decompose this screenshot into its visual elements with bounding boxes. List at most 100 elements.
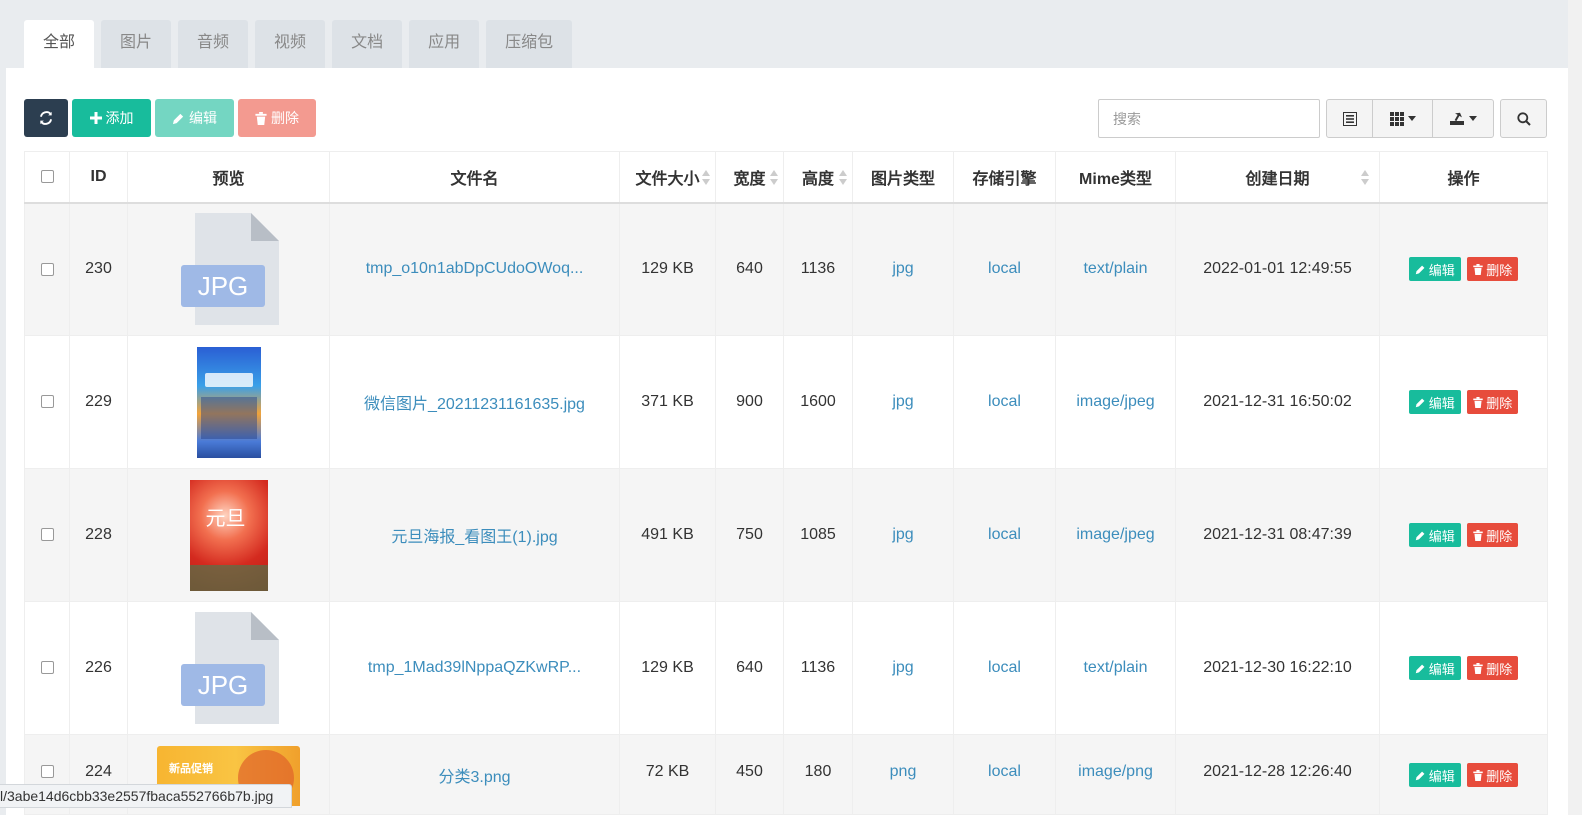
row-select-cell — [24, 335, 70, 469]
tab-audio[interactable]: 音频 — [178, 20, 249, 68]
row-created: 2021-12-31 08:47:39 — [1175, 468, 1380, 602]
row-mime[interactable]: text/plain — [1055, 202, 1176, 336]
refresh-button[interactable] — [24, 99, 68, 137]
row-edit-button[interactable]: 编辑 — [1408, 390, 1461, 414]
row-storage[interactable]: local — [953, 468, 1056, 602]
header-width[interactable]: 宽度 — [715, 151, 784, 204]
row-preview[interactable]: JPG — [127, 202, 330, 336]
row-delete-button[interactable]: 删除 — [1467, 390, 1519, 414]
row-filename[interactable]: tmp_o10n1abDpCUdoOWoq... — [329, 202, 620, 336]
storage-link[interactable]: local — [988, 526, 1021, 543]
row-imagetype[interactable]: jpg — [852, 202, 954, 336]
row-storage[interactable]: local — [953, 734, 1056, 815]
row-storage[interactable]: local — [953, 202, 1056, 336]
row-delete-button[interactable]: 删除 — [1467, 656, 1519, 680]
row-storage[interactable]: local — [953, 601, 1056, 735]
mime-link[interactable]: image/jpeg — [1076, 526, 1154, 543]
storage-link[interactable]: local — [988, 260, 1021, 277]
toggle-view-button[interactable] — [1327, 100, 1373, 137]
storage-link[interactable]: local — [988, 393, 1021, 410]
row-checkbox[interactable] — [40, 765, 54, 779]
storage-link[interactable]: local — [988, 763, 1021, 780]
tab-archives[interactable]: 压缩包 — [486, 20, 573, 68]
add-button-label: 添加 — [105, 110, 134, 126]
add-button[interactable]: 添加 — [72, 99, 151, 137]
row-filename[interactable]: 元旦海报_看图王(1).jpg — [329, 468, 620, 602]
row-imagetype[interactable]: jpg — [852, 468, 954, 602]
filename-link[interactable]: 元旦海报_看图王(1).jpg — [391, 523, 557, 547]
delete-button[interactable]: 删除 — [238, 99, 316, 137]
trash-icon — [1473, 263, 1483, 275]
header-created[interactable]: 创建日期 — [1175, 151, 1380, 204]
mime-link[interactable]: text/plain — [1083, 659, 1147, 676]
row-delete-button[interactable]: 删除 — [1467, 523, 1519, 547]
header-filesize[interactable]: 文件大小 — [619, 151, 716, 204]
row-preview[interactable]: 元旦 — [127, 468, 330, 602]
table-row[interactable]: 229 微信图片_20211231161635.jpg 371 KB 900 1… — [24, 335, 1548, 469]
pencil-icon — [1415, 398, 1425, 407]
storage-link[interactable]: local — [988, 659, 1021, 676]
row-imagetype[interactable]: jpg — [852, 601, 954, 735]
select-all-checkbox[interactable] — [40, 170, 54, 184]
row-edit-button[interactable]: 编辑 — [1408, 257, 1461, 282]
attachment-table: ID 预览 文件名 文件大小 宽度 高度 图片类型 存储引擎 Mime类型 创建… — [24, 151, 1548, 815]
export-button[interactable] — [1433, 100, 1493, 137]
row-checkbox[interactable] — [40, 661, 54, 675]
row-imagetype[interactable]: jpg — [852, 335, 954, 469]
row-preview[interactable]: JPG — [127, 601, 330, 735]
row-imagetype[interactable]: png — [852, 734, 954, 815]
tab-images[interactable]: 图片 — [101, 20, 172, 68]
row-created: 2022-01-01 12:49:55 — [1175, 202, 1380, 336]
imagetype-link[interactable]: jpg — [892, 393, 913, 410]
row-preview[interactable] — [127, 335, 330, 469]
row-delete-button[interactable]: 删除 — [1467, 763, 1519, 787]
row-checkbox[interactable] — [40, 395, 54, 409]
row-filename[interactable]: 分类3.png — [329, 734, 620, 815]
row-checkbox[interactable] — [40, 528, 54, 542]
filename-link[interactable]: 微信图片_20211231161635.jpg — [364, 390, 585, 414]
row-filename[interactable]: 微信图片_20211231161635.jpg — [329, 335, 620, 469]
tab-applications[interactable]: 应用 — [409, 20, 480, 68]
row-mime[interactable]: image/jpeg — [1055, 468, 1176, 602]
table-row[interactable]: 228 元旦 元旦海报_看图王(1).jpg 491 KB 750 1085 j… — [24, 468, 1548, 602]
mime-link[interactable]: image/jpeg — [1076, 393, 1154, 410]
imagetype-link[interactable]: jpg — [892, 526, 913, 543]
mime-link[interactable]: image/png — [1078, 763, 1153, 780]
row-delete-button[interactable]: 删除 — [1467, 257, 1519, 282]
edit-button[interactable]: 编辑 — [155, 99, 234, 137]
search-button[interactable] — [1500, 99, 1547, 138]
table-row[interactable]: 230 JPG tmp_o10n1abDpCUdoOWoq... 129 KB … — [24, 202, 1548, 336]
imagetype-link[interactable]: jpg — [892, 260, 913, 277]
preview-label: 元旦 — [205, 507, 246, 530]
tab-documents[interactable]: 文档 — [332, 20, 403, 68]
row-edit-button[interactable]: 编辑 — [1408, 763, 1461, 787]
page-scrollbar[interactable] — [1568, 0, 1582, 815]
header-height-label: 高度 — [801, 170, 834, 188]
jpg-file-icon: JPG — [180, 612, 279, 724]
tab-all[interactable]: 全部 — [24, 20, 95, 68]
filename-link[interactable]: 分类3.png — [438, 763, 510, 787]
imagetype-link[interactable]: jpg — [892, 659, 913, 676]
row-mime[interactable]: image/png — [1055, 734, 1176, 815]
row-edit-button[interactable]: 编辑 — [1408, 523, 1461, 547]
row-mime[interactable]: text/plain — [1055, 601, 1176, 735]
row-storage[interactable]: local — [953, 335, 1056, 469]
row-mime[interactable]: image/jpeg — [1055, 335, 1176, 469]
tab-video[interactable]: 视频 — [255, 20, 326, 68]
header-id[interactable]: ID — [69, 151, 128, 204]
row-checkbox[interactable] — [40, 262, 54, 276]
row-id: 230 — [69, 202, 128, 336]
search-input[interactable] — [1098, 99, 1320, 138]
filename-link[interactable]: tmp_o10n1abDpCUdoOWoq... — [366, 260, 584, 278]
link-status-bar: l/3abe14d6cbb33e2557fbaca552766b7b.jpg — [0, 784, 293, 808]
row-actions: 编辑 删除 — [1379, 734, 1548, 815]
imagetype-link[interactable]: png — [890, 763, 917, 780]
header-height[interactable]: 高度 — [783, 151, 853, 204]
filename-link[interactable]: tmp_1Mad39lNppaQZKwRP... — [368, 659, 581, 677]
row-edit-button[interactable]: 编辑 — [1408, 656, 1461, 680]
table-row[interactable]: 226 JPG tmp_1Mad39lNppaQZKwRP... 129 KB … — [24, 601, 1548, 735]
mime-link[interactable]: text/plain — [1083, 260, 1147, 277]
pencil-icon — [1415, 265, 1425, 274]
row-filename[interactable]: tmp_1Mad39lNppaQZKwRP... — [329, 601, 620, 735]
columns-button[interactable] — [1373, 100, 1433, 137]
